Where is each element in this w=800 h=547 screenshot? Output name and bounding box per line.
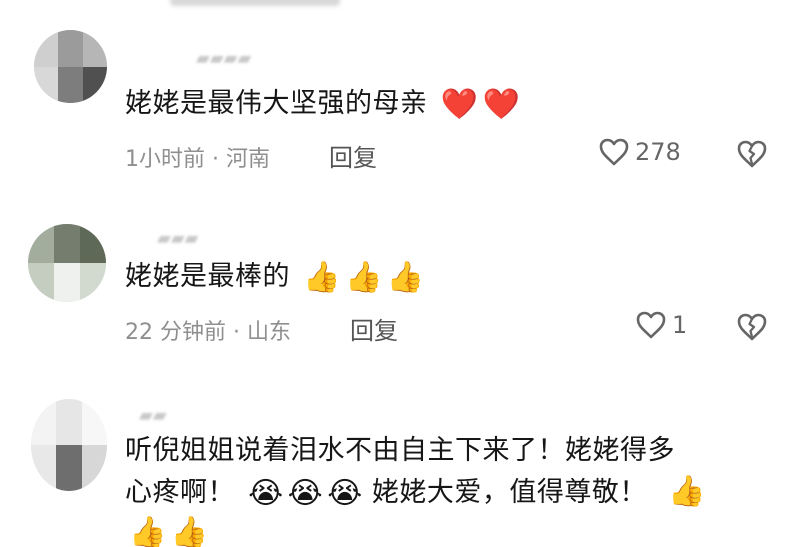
avatar-mosaic xyxy=(28,224,106,302)
blurred-username: ▰▰ xyxy=(139,405,167,426)
comment-meta: 22 分钟前 · 山东 xyxy=(125,320,291,345)
broken-heart-icon[interactable] xyxy=(737,140,767,170)
broken-heart-icon[interactable] xyxy=(737,313,767,343)
reply-button[interactable]: 回复 xyxy=(350,311,398,346)
thumbs-up-emoji-row: 👍 👍 👍 xyxy=(303,259,425,295)
user-avatar[interactable] xyxy=(28,224,106,302)
comment-line-2: 心疼啊！ 😭 😭 😭 姥姥大爱，值得尊敬！ 👍 xyxy=(125,472,706,514)
avatar-mosaic xyxy=(31,399,107,491)
comment-body: 姥姥是最棒的 xyxy=(125,261,290,292)
comment-text: 姥姥是最伟大坚强的母亲 ❤️ ❤️ xyxy=(125,83,520,125)
heart-emoji-row: ❤️ ❤️ xyxy=(440,86,521,122)
blurred-username: ▰▰▰▰ xyxy=(196,48,252,69)
red-heart-emoji: ❤️ xyxy=(440,86,479,122)
thumbs-up-emoji: 👍 xyxy=(303,259,341,295)
crying-face-emoji: 😭 xyxy=(327,475,363,511)
thumbs-up-emoji: 👍 xyxy=(129,514,167,547)
comment-text: 听倪姐姐说着泪水不由自主下来了！姥姥得多 心疼啊！ 😭 😭 😭 姥姥大爱，值得尊… xyxy=(125,430,706,514)
crying-emoji-row: 😭 😭 😭 xyxy=(248,475,363,511)
comment-line-2-suffix: 姥姥大爱，值得尊敬！ xyxy=(371,477,647,508)
comment-item: ▰▰ 听倪姐姐说着泪水不由自主下来了！姥姥得多 心疼啊！ 😭 😭 😭 姥姥大爱，… xyxy=(0,380,800,547)
heart-outline-icon xyxy=(636,311,666,339)
thumbs-up-emoji: 👍 xyxy=(667,474,706,509)
comment-body: 姥姥是最伟大坚强的母亲 xyxy=(125,88,428,119)
reply-button[interactable]: 回复 xyxy=(329,138,377,173)
comment-list-screen: ▰▰▰▰ 姥姥是最伟大坚强的母亲 ❤️ ❤️ 1小时前 · 河南 回复 278 xyxy=(0,0,800,547)
user-avatar[interactable] xyxy=(34,30,107,103)
blurred-username: ▰▰▰ xyxy=(157,228,199,249)
heart-outline-icon xyxy=(599,138,629,166)
thumbs-up-emoji: 👍 xyxy=(170,514,209,547)
comment-line-2-prefix: 心疼啊！ xyxy=(125,477,235,508)
crying-face-emoji: 😭 xyxy=(248,475,284,511)
comment-meta: 1小时前 · 河南 xyxy=(125,147,270,172)
avatar-mosaic xyxy=(34,30,107,103)
comment-item: ▰▰▰ 姥姥是最棒的 👍 👍 👍 22 分钟前 · 山东 回复 1 xyxy=(0,180,800,360)
like-count: 1 xyxy=(672,311,688,339)
like-count: 278 xyxy=(635,138,681,166)
thumbs-up-emoji-row: 👍 👍 xyxy=(129,514,209,547)
red-heart-emoji: ❤️ xyxy=(482,86,521,122)
user-avatar[interactable] xyxy=(31,399,107,491)
thumbs-up-emoji: 👍 xyxy=(344,259,383,295)
like-button[interactable]: 1 xyxy=(636,311,687,339)
like-button[interactable]: 278 xyxy=(599,138,681,166)
comment-text: 姥姥是最棒的 👍 👍 👍 xyxy=(125,256,425,298)
comment-line-1: 听倪姐姐说着泪水不由自主下来了！姥姥得多 xyxy=(125,435,675,466)
comment-emoji-line: 👍 👍 xyxy=(125,511,209,547)
thumbs-up-emoji: 👍 xyxy=(386,259,425,295)
crying-face-emoji: 😭 xyxy=(287,475,324,511)
comment-item: ▰▰▰▰ 姥姥是最伟大坚强的母亲 ❤️ ❤️ 1小时前 · 河南 回复 278 xyxy=(0,0,800,180)
